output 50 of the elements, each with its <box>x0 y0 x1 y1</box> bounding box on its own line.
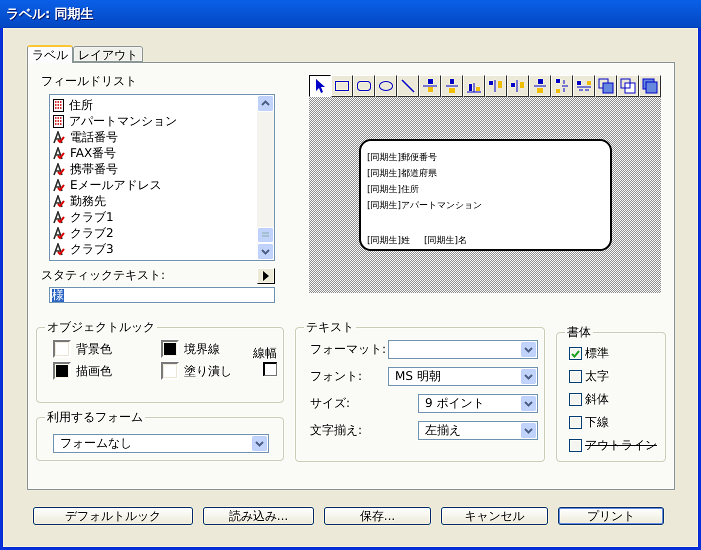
dropdown[interactable]: 9 ポイント <box>418 394 538 413</box>
list-item[interactable]: クラブ3 <box>53 241 257 257</box>
static-text-label: スタティックテキスト: <box>41 267 166 284</box>
label-field: [同期生]都道府県 <box>367 166 438 180</box>
dialog-button[interactable]: デフォルトルック <box>33 507 193 525</box>
list-item[interactable]: 携帯番号 <box>53 161 257 177</box>
group-title: 書体 <box>566 324 592 341</box>
swatch-label: 背景色 <box>76 340 112 358</box>
group-title: オブジェクトルック <box>46 319 156 336</box>
list-item[interactable]: クラブ1 <box>53 209 257 225</box>
static-text-field[interactable]: 様 <box>49 287 275 303</box>
checkbox-label: 斜体 <box>585 391 609 408</box>
dropdown[interactable]: 左揃え <box>418 421 538 440</box>
field-list[interactable]: 住所 アパートマンション 電話番号 FAX番号 携帯番号 Eメールアドレス 勤務先 クラブ1 クラブ2 クラブ3 <box>49 94 275 261</box>
dialog-button[interactable]: 読み込み... <box>203 507 314 525</box>
line-width-label: 線幅 <box>253 344 277 362</box>
dialog-button[interactable]: プリント <box>558 507 664 525</box>
field-label: 文字揃え: <box>310 422 362 439</box>
tab[interactable]: ラベル <box>27 45 73 63</box>
label-field: [同期生]姓 <box>367 234 410 248</box>
checkbox-label: 下線 <box>585 414 609 431</box>
label-field: [同期生]アパートマンション <box>367 198 482 212</box>
field-label: サイズ: <box>310 395 350 412</box>
checkbox-label: 標準 <box>585 345 609 362</box>
list-item[interactable]: クラブ2 <box>53 225 257 241</box>
field-label: フォント: <box>310 368 362 385</box>
list-item[interactable]: 電話番号 <box>53 129 257 145</box>
field-list-label: フィールドリスト <box>41 73 138 90</box>
form-dropdown[interactable]: フォームなし <box>53 434 269 453</box>
window-title: ラベル: 同期生 <box>6 6 94 23</box>
checkbox-label: アウトライン <box>585 437 657 454</box>
swatch-label: 塗り潰し <box>184 362 232 380</box>
checkbox-label: 太字 <box>585 368 609 385</box>
dialog-button[interactable]: 保存... <box>324 507 431 525</box>
label-field: [同期生]住所 <box>367 182 420 196</box>
label-field: [同期生]郵便番号 <box>367 150 438 164</box>
list-item[interactable]: Eメールアドレス <box>53 177 257 193</box>
dropdown[interactable]: MS 明朝 <box>388 367 538 386</box>
list-item[interactable]: 住所 <box>53 97 257 113</box>
list-item[interactable]: アパートマンション <box>53 113 257 129</box>
dialog-button[interactable]: キャンセル <box>441 507 548 525</box>
field-label: フォーマット: <box>310 341 386 358</box>
tab[interactable]: レイアウト <box>73 46 143 62</box>
label-field: [同期生]名 <box>424 234 468 248</box>
list-item[interactable]: FAX番号 <box>53 145 257 161</box>
list-item[interactable]: 勤務先 <box>53 193 257 209</box>
swatch-label: 描画色 <box>76 362 112 380</box>
swatch-label: 境界線 <box>184 340 220 358</box>
group-title: 利用するフォーム <box>46 409 144 426</box>
group-title: テキスト <box>305 319 355 336</box>
